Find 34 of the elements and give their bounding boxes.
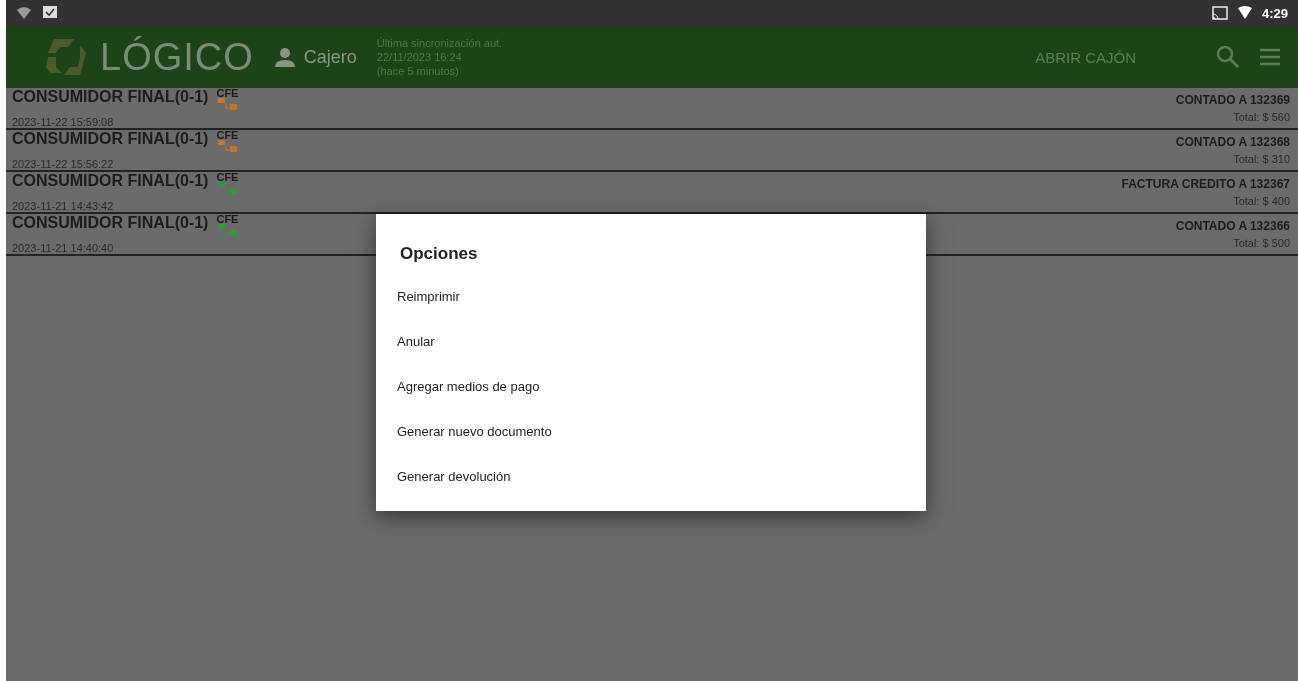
- checkbox-icon: [42, 5, 58, 21]
- user-role: Cajero: [303, 46, 357, 68]
- document-number: CONTADO A 132369: [1175, 93, 1290, 107]
- menu-option[interactable]: Generar devolución: [376, 454, 926, 499]
- person-icon: [273, 47, 296, 67]
- document-number: CONTADO A 132366: [1175, 219, 1290, 233]
- cfe-label: CFE: [216, 214, 239, 224]
- document-total: Total: $ 310: [1233, 153, 1290, 165]
- document-date: 2023-11-22 15:59:08: [12, 116, 115, 128]
- cfe-label: CFE: [216, 130, 239, 140]
- document-date: 2023-11-22 15:56:22: [12, 158, 115, 170]
- menu-option[interactable]: Reimprimir: [376, 274, 926, 319]
- document-total: Total: $ 400: [1233, 195, 1290, 207]
- client-name: CONSUMIDOR FINAL(0-1): [12, 130, 209, 148]
- cast-icon: [1211, 6, 1228, 20]
- menu-option[interactable]: Agregar medios de pago: [376, 364, 926, 409]
- document-number: CONTADO A 132368: [1175, 135, 1290, 149]
- client-name: CONSUMIDOR FINAL(0-1): [12, 214, 209, 232]
- dialog-title: Opciones: [399, 243, 479, 265]
- menu-option[interactable]: Generar nuevo documento: [376, 409, 926, 454]
- document-total: Total: $ 500: [1233, 237, 1290, 249]
- document-total: Total: $ 560: [1233, 111, 1290, 123]
- wifi-icon: [16, 6, 32, 20]
- cfe-label: CFE: [216, 88, 239, 98]
- client-name: CONSUMIDOR FINAL(0-1): [12, 88, 209, 106]
- logo-text: LÓGICO: [100, 35, 254, 79]
- document-number: FACTURA CREDITO A 132367: [1121, 177, 1290, 191]
- menu-option[interactable]: Anular: [376, 319, 926, 364]
- client-name: CONSUMIDOR FINAL(0-1): [12, 172, 209, 190]
- signal-icon: [1237, 6, 1252, 20]
- document-date: 2023-11-21 14:43:42: [12, 200, 115, 212]
- cfe-label: CFE: [216, 172, 239, 182]
- clock-time: 4:29: [1261, 5, 1288, 21]
- document-date: 2023-11-21 14:40:40: [12, 242, 115, 254]
